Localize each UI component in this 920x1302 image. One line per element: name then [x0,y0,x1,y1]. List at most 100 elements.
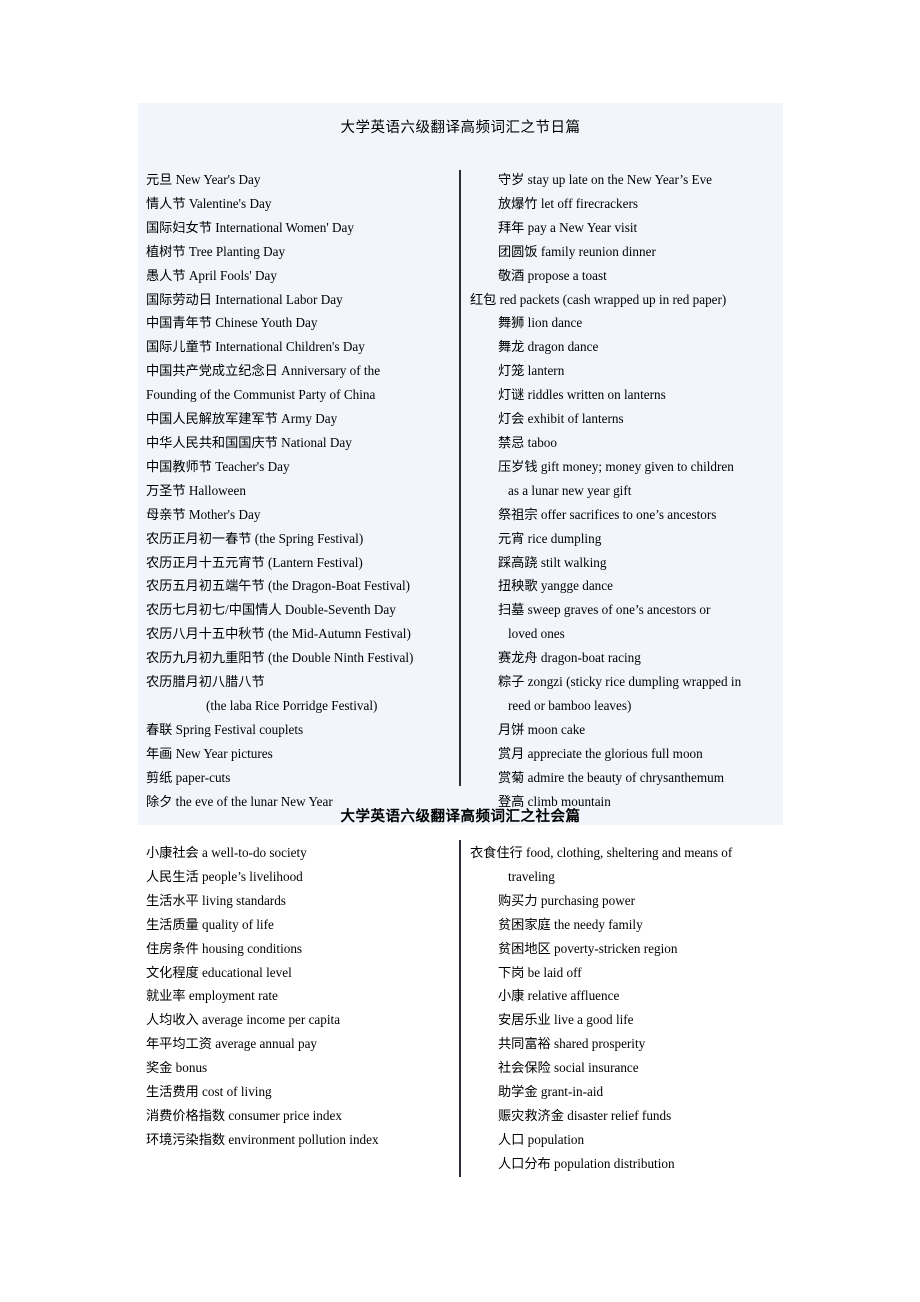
festivals-left-term-chinese: 农历腊月初八腊八节 [146,674,265,690]
festivals-right-entry: 元宵 rice dumpling [470,527,785,551]
society-right-entry: 安居乐业 live a good life [470,1008,785,1032]
festivals-right-term-english: exhibit of lanterns [524,411,624,427]
festivals-right-term-chinese: 月饼 [498,721,525,737]
festivals-right-term-english: stilt walking [537,554,607,570]
festivals-left-term-chinese: 万圣节 [146,482,186,498]
festivals-left-column: 元旦 New Year's Day 情人节 Valentine's Day 国际妇女… [146,168,446,813]
festivals-right-term-english: dragon-boat racing [537,650,641,666]
festivals-left-term-english: Spring Festival couplets [172,721,304,737]
festivals-left-entry: (the laba Rice Porridge Festival) [146,694,446,718]
festivals-left-entry: 情人节 Valentine's Day [146,192,446,216]
society-left-column: 小康社会 a well-to-do society 人民生活 people’s l… [146,841,446,1152]
festivals-right-term-chinese: 踩高跷 [498,554,538,570]
society-left-term-english: bonus [172,1060,208,1076]
festivals-left-entry: 年画 New Year pictures [146,742,446,766]
festivals-left-term-english: Teacher's Day [211,458,290,474]
society-right-term-english: grant-in-aid [537,1084,604,1100]
society-right-term-english: poverty-stricken region [550,940,678,956]
festivals-right-term-english: gift money; money given to children [537,458,734,474]
society-right-term-english: the needy family [550,916,643,932]
festivals-right-term-english: stay up late on the New Year’s Eve [524,172,713,187]
festivals-right-term-english: red packets (cash wrapped up in red pape… [496,291,727,307]
festivals-left-entry: 中国教师节 Teacher's Day [146,455,446,479]
society-left-entry: 环境污染指数 environment pollution index [146,1128,446,1152]
festivals-right-term-english: pay a New Year visit [524,219,638,235]
festivals-left-term-chinese: 植树节 [146,243,186,259]
festivals-right-entry: loved ones [470,622,785,646]
society-left-term-english: average annual pay [211,1036,318,1052]
society-right-entry: 人口分布 population distribution [470,1152,785,1176]
festivals-left-entry: 剪纸 paper-cuts [146,766,446,790]
festivals-right-entry: 舞狮 lion dance [470,311,785,335]
festivals-left-term-chinese: 农历正月初一春节 [146,530,252,546]
festivals-left-term-english: New Year's Day [172,172,261,187]
festivals-right-entry: 赛龙舟 dragon-boat racing [470,646,785,670]
festivals-left-term-english: (the Double Ninth Festival) [264,650,414,666]
festivals-right-term-chinese: 拜年 [498,219,525,235]
festivals-left-term-chinese: 愚人节 [146,267,186,283]
festivals-left-term-english: (Lantern Festival) [264,554,363,570]
society-left-term-chinese: 小康社会 [146,845,199,860]
society-left-term-english: educational level [198,964,292,980]
festivals-right-term-chinese: 粽子 [498,674,525,690]
festivals-right-entry: 灯笼 lantern [470,359,785,383]
society-right-entry: 下岗 be laid off [470,961,785,985]
festivals-left-entry: 元旦 New Year's Day [146,168,446,192]
society-left-entry: 就业率 employment rate [146,984,446,1008]
festivals-left-term-chinese: 农历五月初五端午节 [146,578,265,594]
society-right-term-english: population distribution [550,1155,675,1171]
festivals-right-term-english: family reunion dinner [537,243,656,259]
festivals-right-entry: 守岁 stay up late on the New Year’s Eve [470,168,785,192]
festivals-left-entry: 国际劳动日 International Labor Day [146,288,446,312]
festivals-right-term-chinese: 赏菊 [498,769,525,785]
festivals-right-entry: 红包 red packets (cash wrapped up in red p… [470,288,785,312]
festivals-right-entry: 粽子 zongzi (sticky rice dumpling wrapped … [470,670,785,694]
festivals-right-term-english: moon cake [524,721,586,737]
society-left-term-chinese: 年平均工资 [146,1036,212,1052]
society-left-term-chinese: 人民生活 [146,868,199,884]
festivals-right-term-chinese: 祭祖宗 [498,506,538,522]
society-right-entry: 购买力 purchasing power [470,889,785,913]
festivals-right-term-chinese: 团圆饭 [498,243,538,259]
festivals-right-term-chinese: 禁忌 [498,434,525,450]
festivals-right-term-english: yangge dance [537,578,613,594]
festivals-right-term-chinese: 扭秧歌 [498,578,538,594]
festivals-right-term-english: zongzi (sticky rice dumpling wrapped in [524,674,742,690]
festivals-right-term-english: let off firecrackers [537,195,638,211]
festivals-left-entry: 中国共产党成立纪念日 Anniversary of the [146,359,446,383]
festivals-right-term-chinese: 敬酒 [498,267,525,283]
festivals-left-term-english: Double-Seventh Day [281,602,396,618]
festivals-left-term-chinese: 农历八月十五中秋节 [146,626,265,642]
festivals-right-term-chinese: 元宵 [498,530,525,546]
society-right-term-english: population [524,1131,585,1147]
festivals-left-term-english: April Fools' Day [185,267,277,283]
section-title-society: 大学英语六级翻译高频词汇之社会篇 [340,809,581,825]
festivals-right-term-chinese: 舞狮 [498,315,525,331]
society-right-term-english: traveling [508,868,555,884]
festivals-right-term-chinese: 舞龙 [498,339,525,355]
society-right-term-english: shared prosperity [550,1036,646,1052]
festivals-right-term-english: propose a toast [524,267,607,283]
festivals-left-entry: 农历正月十五元宵节 (Lantern Festival) [146,551,446,575]
festivals-left-term-english: International Women' Day [211,219,354,235]
festivals-right-term-english: riddles written on lanterns [524,387,666,403]
festivals-right-entry: 敬酒 propose a toast [470,264,785,288]
festivals-left-entry: 春联 Spring Festival couplets [146,718,446,742]
festivals-right-term-chinese: 放爆竹 [498,195,538,211]
festivals-left-term-english: (the laba Rice Porridge Festival) [206,697,378,713]
society-right-entry: 助学金 grant-in-aid [470,1080,785,1104]
society-left-entry: 生活质量 quality of life [146,913,446,937]
society-left-term-chinese: 文化程度 [146,964,199,980]
festivals-left-term-english: New Year pictures [172,745,273,761]
festivals-left-term-english: International Labor Day [211,291,343,307]
festivals-left-term-chinese: 中国人民解放军建军节 [146,411,278,427]
festivals-left-entry: 中国人民解放军建军节 Army Day [146,407,446,431]
festivals-left-term-english: National Day [277,434,352,450]
festivals-left-entry: Founding of the Communist Party of China [146,383,446,407]
festivals-left-entry: 农历七月初七/中国情人 Double-Seventh Day [146,598,446,622]
festivals-left-entry: 植树节 Tree Planting Day [146,240,446,264]
society-left-entry: 文化程度 educational level [146,961,446,985]
society-left-term-chinese: 环境污染指数 [146,1131,226,1147]
festivals-right-entry: 舞龙 dragon dance [470,335,785,359]
festivals-right-entry: 禁忌 taboo [470,431,785,455]
